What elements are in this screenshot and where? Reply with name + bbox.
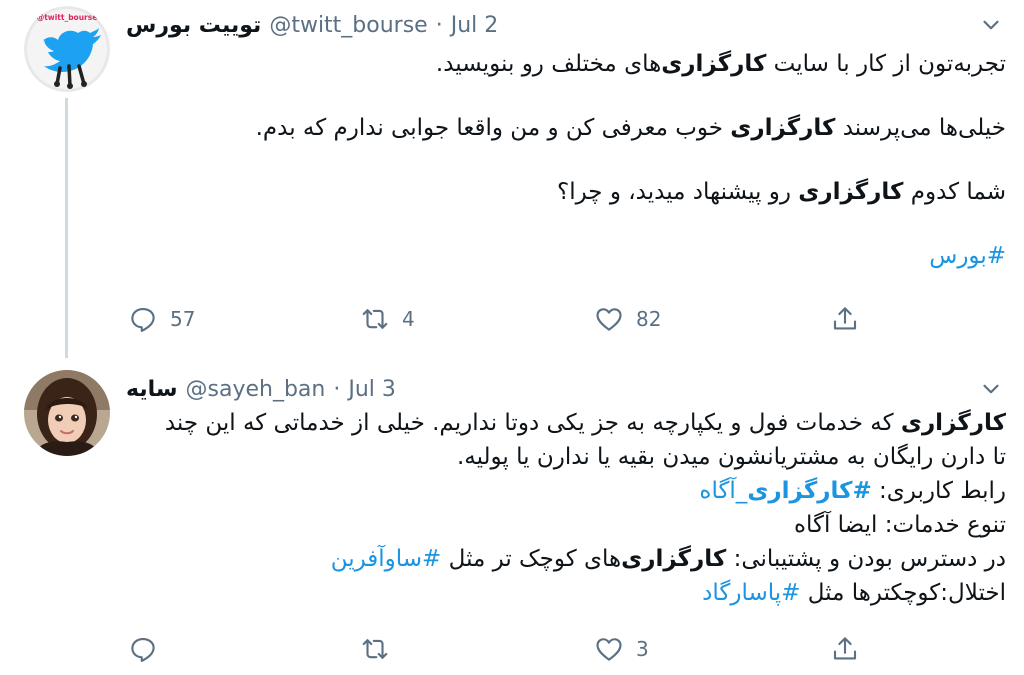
text-span: رو پیشنهاد میدید، و چرا؟	[557, 179, 799, 205]
tweet-header: توییت بورس @twitt_bourse · Jul 2	[126, 8, 498, 42]
tweet-text: تجربه‌تون از کار با سایت کارگزاری‌های مخ…	[256, 46, 1006, 274]
like-icon	[596, 308, 622, 331]
display-name[interactable]: توییت بورس	[126, 13, 261, 38]
retweet-icon	[362, 309, 388, 329]
bold-term: کارگزاری	[900, 410, 1006, 436]
hashtag-link[interactable]: #ساوآفرین	[331, 546, 442, 572]
avatar[interactable]	[24, 370, 110, 456]
share-icon	[833, 307, 857, 330]
text-span: خوب معرفی کن و من واقعا جوابی ندارم که ب…	[255, 115, 731, 141]
like-button[interactable]: 3	[594, 632, 649, 666]
retweet-icon	[362, 639, 388, 659]
tweet-actions: 3	[128, 632, 888, 666]
hashtag-link[interactable]: #کارگزاری_آگاه	[699, 478, 871, 504]
text-span: رابط کاربری:	[871, 478, 1006, 504]
tweet[interactable]: سایه @sayeh_ban · Jul 3 کارگزاری که خدما…	[0, 358, 1024, 675]
hashtag-rest: _آگاه	[699, 478, 748, 504]
tweet-date[interactable]: Jul 2	[451, 13, 499, 38]
tweet-line: در دسترس بودن و پشتیبانی: کارگزاری‌های ک…	[165, 542, 1006, 576]
like-icon	[596, 638, 622, 661]
reply-icon	[131, 307, 155, 332]
tweet-paragraph: تجربه‌تون از کار با سایت کارگزاری‌های مخ…	[256, 46, 1006, 82]
reply-count: 57	[170, 307, 196, 331]
user-handle[interactable]: @sayeh_ban	[186, 377, 326, 402]
tweet-line: رابط کاربری: #کارگزاری_آگاه	[165, 474, 1006, 508]
bold-term: کارگزاری	[621, 546, 727, 572]
user-handle[interactable]: @twitt_bourse	[269, 13, 427, 38]
twitter-bird-avatar-image: @twitt_bourse	[24, 6, 110, 92]
tweet[interactable]: @twitt_bourse توییت بورس @twitt_bourse ·…	[0, 0, 1024, 358]
caret-down-icon[interactable]	[978, 376, 1004, 402]
text-span: اختلال:کوچکترها مثل	[800, 580, 1006, 606]
tweet-line: تنوع خدمات: ایضا آگاه	[793, 512, 1006, 538]
tweet-line: تا دارن رایگان به مشتریانشون میدن بقیه ی…	[456, 444, 1006, 470]
reply-button[interactable]: 57	[128, 302, 195, 336]
text-span: تجربه‌تون از کار با سایت	[766, 51, 1006, 77]
separator-dot: ·	[333, 376, 341, 402]
share-icon	[833, 637, 857, 660]
separator-dot: ·	[435, 12, 443, 38]
tweet-paragraph: شما کدوم کارگزاری رو پیشنهاد میدید، و چر…	[256, 174, 1006, 210]
tweet-paragraph: خیلی‌ها می‌پرسند کارگزاری خوب معرفی کن و…	[256, 110, 1006, 146]
retweet-button[interactable]: 4	[360, 302, 415, 336]
text-span: شما کدوم	[903, 179, 1006, 205]
text-span: ‌های کوچک تر مثل	[441, 546, 622, 572]
bold-term: کارگزاری	[730, 115, 836, 141]
display-name[interactable]: سایه	[126, 377, 178, 402]
retweet-count: 4	[402, 307, 415, 331]
hashtag-bold-part: #کارگزاری	[747, 478, 872, 504]
retweet-button[interactable]	[360, 632, 402, 666]
caret-down-icon[interactable]	[978, 12, 1004, 38]
text-span: ‌های مختلف رو بنویسید.	[435, 51, 662, 77]
tweet-header: سایه @sayeh_ban · Jul 3	[126, 372, 396, 406]
reply-icon	[131, 637, 155, 662]
like-button[interactable]: 82	[594, 302, 661, 336]
tweet-actions: 57 4 82	[128, 302, 888, 336]
text-span: که خدمات فول و یکپارچه به جز یکی دوتا ند…	[164, 410, 901, 436]
tweet-line: اختلال:کوچکترها مثل #پاسارگاد	[165, 576, 1006, 610]
bold-term: کارگزاری	[661, 51, 767, 77]
hashtag-link[interactable]: #بورس	[256, 238, 1006, 274]
share-button[interactable]	[830, 632, 872, 666]
thread-connector	[65, 98, 68, 358]
user-photo-avatar-image	[24, 370, 110, 456]
text-span: خیلی‌ها می‌پرسند	[835, 115, 1006, 141]
share-button[interactable]	[830, 302, 872, 336]
like-count: 82	[636, 307, 662, 331]
avatar[interactable]: @twitt_bourse	[24, 6, 110, 92]
tweet-text: کارگزاری که خدمات فول و یکپارچه به جز یک…	[165, 406, 1006, 610]
tweet-line: کارگزاری که خدمات فول و یکپارچه به جز یک…	[165, 406, 1006, 440]
bold-term: کارگزاری	[798, 179, 904, 205]
text-span: در دسترس بودن و پشتیبانی:	[726, 546, 1006, 572]
reply-button[interactable]	[128, 632, 170, 666]
hashtag-link[interactable]: #پاسارگاد	[702, 580, 800, 606]
avatar-text: @twitt_bourse	[37, 13, 98, 22]
tweet-date[interactable]: Jul 3	[348, 377, 396, 402]
like-count: 3	[636, 637, 649, 661]
